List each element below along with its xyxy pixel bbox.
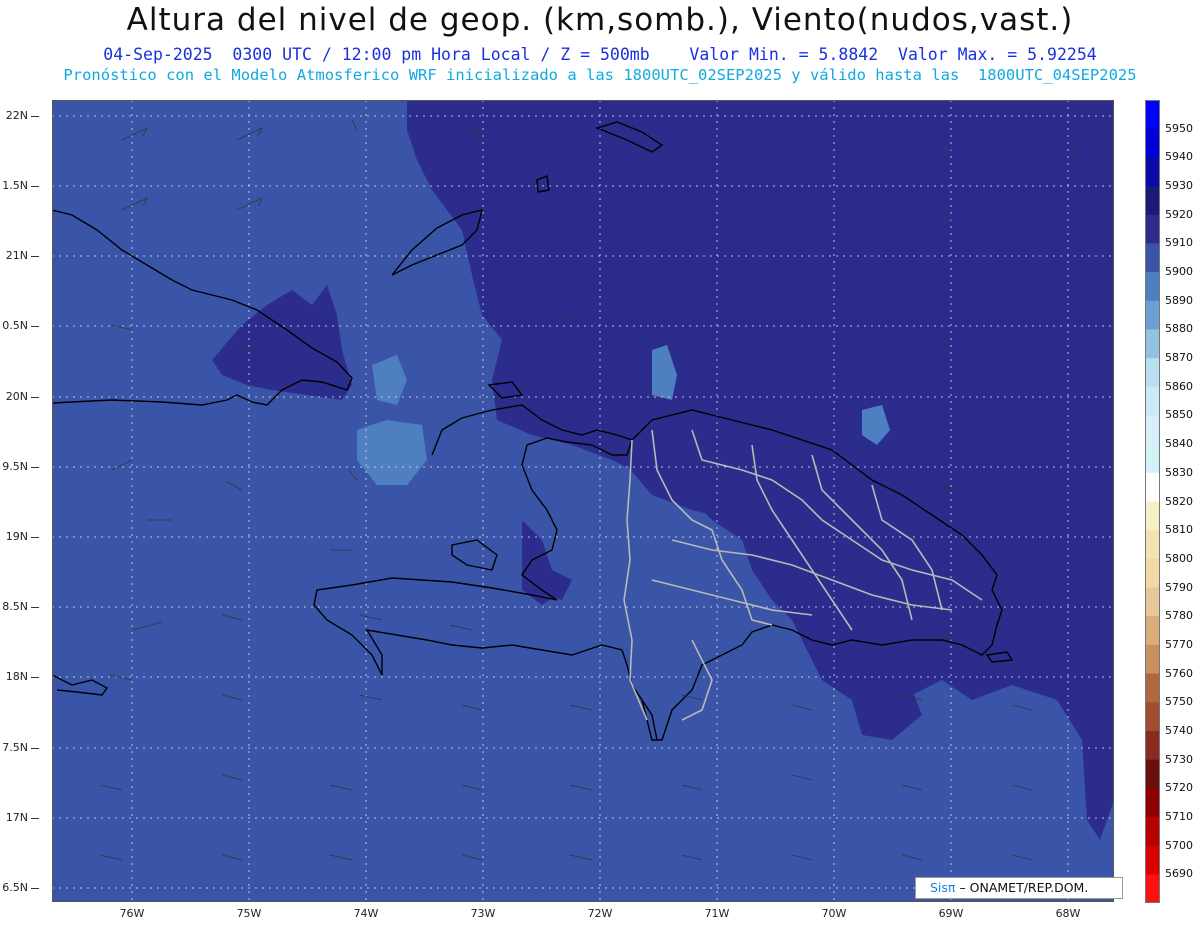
credit-box: Sisπ – ONAMET/REP.DOM. bbox=[915, 877, 1123, 899]
colorbar-swatch bbox=[1145, 386, 1160, 416]
colorbar-swatch bbox=[1145, 186, 1160, 216]
colorbar-swatch bbox=[1145, 673, 1160, 703]
colorbar-swatch bbox=[1145, 616, 1160, 646]
lon-label: 70W bbox=[821, 907, 847, 920]
colorbar-swatch bbox=[1145, 358, 1160, 388]
colorbar-level-label: 5900 bbox=[1165, 265, 1193, 279]
colorbar-level-label: 5800 bbox=[1165, 551, 1193, 565]
sis-logo-text: Sisπ bbox=[930, 880, 956, 895]
lon-label: 74W bbox=[353, 907, 379, 920]
colorbar-level-label: 5880 bbox=[1165, 322, 1193, 336]
colorbar-swatch bbox=[1145, 816, 1160, 847]
valid-time-line: 04-Sep-2025 0300 UTC / 12:00 pm Hora Loc… bbox=[103, 45, 1097, 64]
colorbar-level-label: 5720 bbox=[1165, 781, 1193, 795]
colorbar-level-label: 5760 bbox=[1165, 666, 1193, 680]
colorbar-level-label: 5730 bbox=[1165, 752, 1193, 766]
colorbar-swatch bbox=[1145, 644, 1160, 675]
lat-tick bbox=[31, 818, 39, 819]
colorbar-level-label: 5780 bbox=[1165, 609, 1193, 623]
colorbar-level-label: 5840 bbox=[1165, 437, 1193, 451]
colorbar-swatch bbox=[1145, 845, 1160, 875]
colorbar-swatch bbox=[1145, 415, 1160, 445]
colorbar-swatch bbox=[1145, 788, 1160, 818]
colorbar-swatch bbox=[1145, 329, 1160, 359]
colorbar-level-label: 5810 bbox=[1165, 523, 1193, 537]
lat-tick bbox=[31, 677, 39, 678]
colorbar-level-label: 5940 bbox=[1165, 150, 1193, 164]
lat-label: 22N bbox=[5, 109, 28, 122]
colorbar-level-label: 5790 bbox=[1165, 580, 1193, 594]
lon-label: 71W bbox=[704, 907, 730, 920]
lat-tick bbox=[31, 748, 39, 749]
lon-label: 68W bbox=[1055, 907, 1081, 920]
colorbar-level-label: 5820 bbox=[1165, 494, 1193, 508]
colorbar-swatch bbox=[1145, 587, 1160, 617]
lat-tick bbox=[31, 397, 39, 398]
colorbar-level-label: 5690 bbox=[1165, 867, 1193, 881]
colorbar-swatch bbox=[1145, 530, 1160, 560]
colorbar-swatch bbox=[1145, 300, 1160, 330]
colorbar-swatch bbox=[1145, 444, 1160, 474]
lat-label: 0.5N bbox=[2, 319, 28, 332]
colorbar-swatch bbox=[1145, 272, 1160, 302]
credit-text: – ONAMET/REP.DOM. bbox=[959, 880, 1089, 895]
map-title: Altura del nivel de geop. (km,somb.), Vi… bbox=[126, 2, 1074, 38]
colorbar-swatch bbox=[1145, 214, 1160, 244]
colorbar-level-label: 5860 bbox=[1165, 379, 1193, 393]
colorbar-swatch bbox=[1145, 501, 1160, 531]
colorbar-swatch bbox=[1145, 100, 1160, 130]
lat-label: 21N bbox=[5, 249, 28, 262]
colorbar-swatch bbox=[1145, 558, 1160, 589]
colorbar-level-label: 5910 bbox=[1165, 236, 1193, 250]
colorbar-swatch bbox=[1145, 472, 1160, 502]
colorbar-swatch bbox=[1145, 730, 1160, 761]
colorbar-level-label: 5710 bbox=[1165, 809, 1193, 823]
colorbar-swatch bbox=[1145, 128, 1160, 158]
lat-label: 9.5N bbox=[2, 460, 28, 473]
lat-label: 19N bbox=[5, 530, 28, 543]
model-info-line: Pronóstico con el Modelo Atmosferico WRF… bbox=[63, 66, 1137, 84]
lat-label: 7.5N bbox=[2, 741, 28, 754]
colorbar-level-label: 5830 bbox=[1165, 465, 1193, 479]
lat-tick bbox=[31, 888, 39, 889]
lat-tick bbox=[31, 537, 39, 538]
lon-label: 76W bbox=[119, 907, 145, 920]
lon-label: 73W bbox=[470, 907, 496, 920]
lat-label: 1.5N bbox=[2, 179, 28, 192]
lat-tick bbox=[31, 467, 39, 468]
colorbar-level-label: 5850 bbox=[1165, 408, 1193, 422]
lon-label: 75W bbox=[236, 907, 262, 920]
colorbar-swatch bbox=[1145, 243, 1160, 273]
colorbar-swatch bbox=[1145, 702, 1160, 732]
lat-label: 6.5N bbox=[2, 881, 28, 894]
colorbar-level-label: 5920 bbox=[1165, 207, 1193, 221]
colorbar bbox=[1145, 100, 1160, 903]
lon-label: 69W bbox=[938, 907, 964, 920]
lat-tick bbox=[31, 116, 39, 117]
lat-tick bbox=[31, 186, 39, 187]
lat-label: 8.5N bbox=[2, 600, 28, 613]
colorbar-level-label: 5930 bbox=[1165, 179, 1193, 193]
colorbar-level-label: 5870 bbox=[1165, 351, 1193, 365]
lat-label: 18N bbox=[5, 670, 28, 683]
colorbar-level-label: 5890 bbox=[1165, 293, 1193, 307]
colorbar-level-label: 5700 bbox=[1165, 838, 1193, 852]
colorbar-level-label: 5950 bbox=[1165, 121, 1193, 135]
lat-label: 17N bbox=[5, 811, 28, 824]
lat-tick bbox=[31, 326, 39, 327]
colorbar-swatch bbox=[1145, 874, 1160, 903]
lat-tick bbox=[31, 256, 39, 257]
lon-label: 72W bbox=[587, 907, 613, 920]
lat-label: 20N bbox=[5, 390, 28, 403]
colorbar-swatch bbox=[1145, 157, 1160, 187]
lat-tick bbox=[31, 607, 39, 608]
colorbar-level-label: 5740 bbox=[1165, 723, 1193, 737]
geopotential-map bbox=[52, 100, 1114, 902]
colorbar-level-label: 5750 bbox=[1165, 695, 1193, 709]
colorbar-swatch bbox=[1145, 759, 1160, 789]
colorbar-level-label: 5770 bbox=[1165, 637, 1193, 651]
